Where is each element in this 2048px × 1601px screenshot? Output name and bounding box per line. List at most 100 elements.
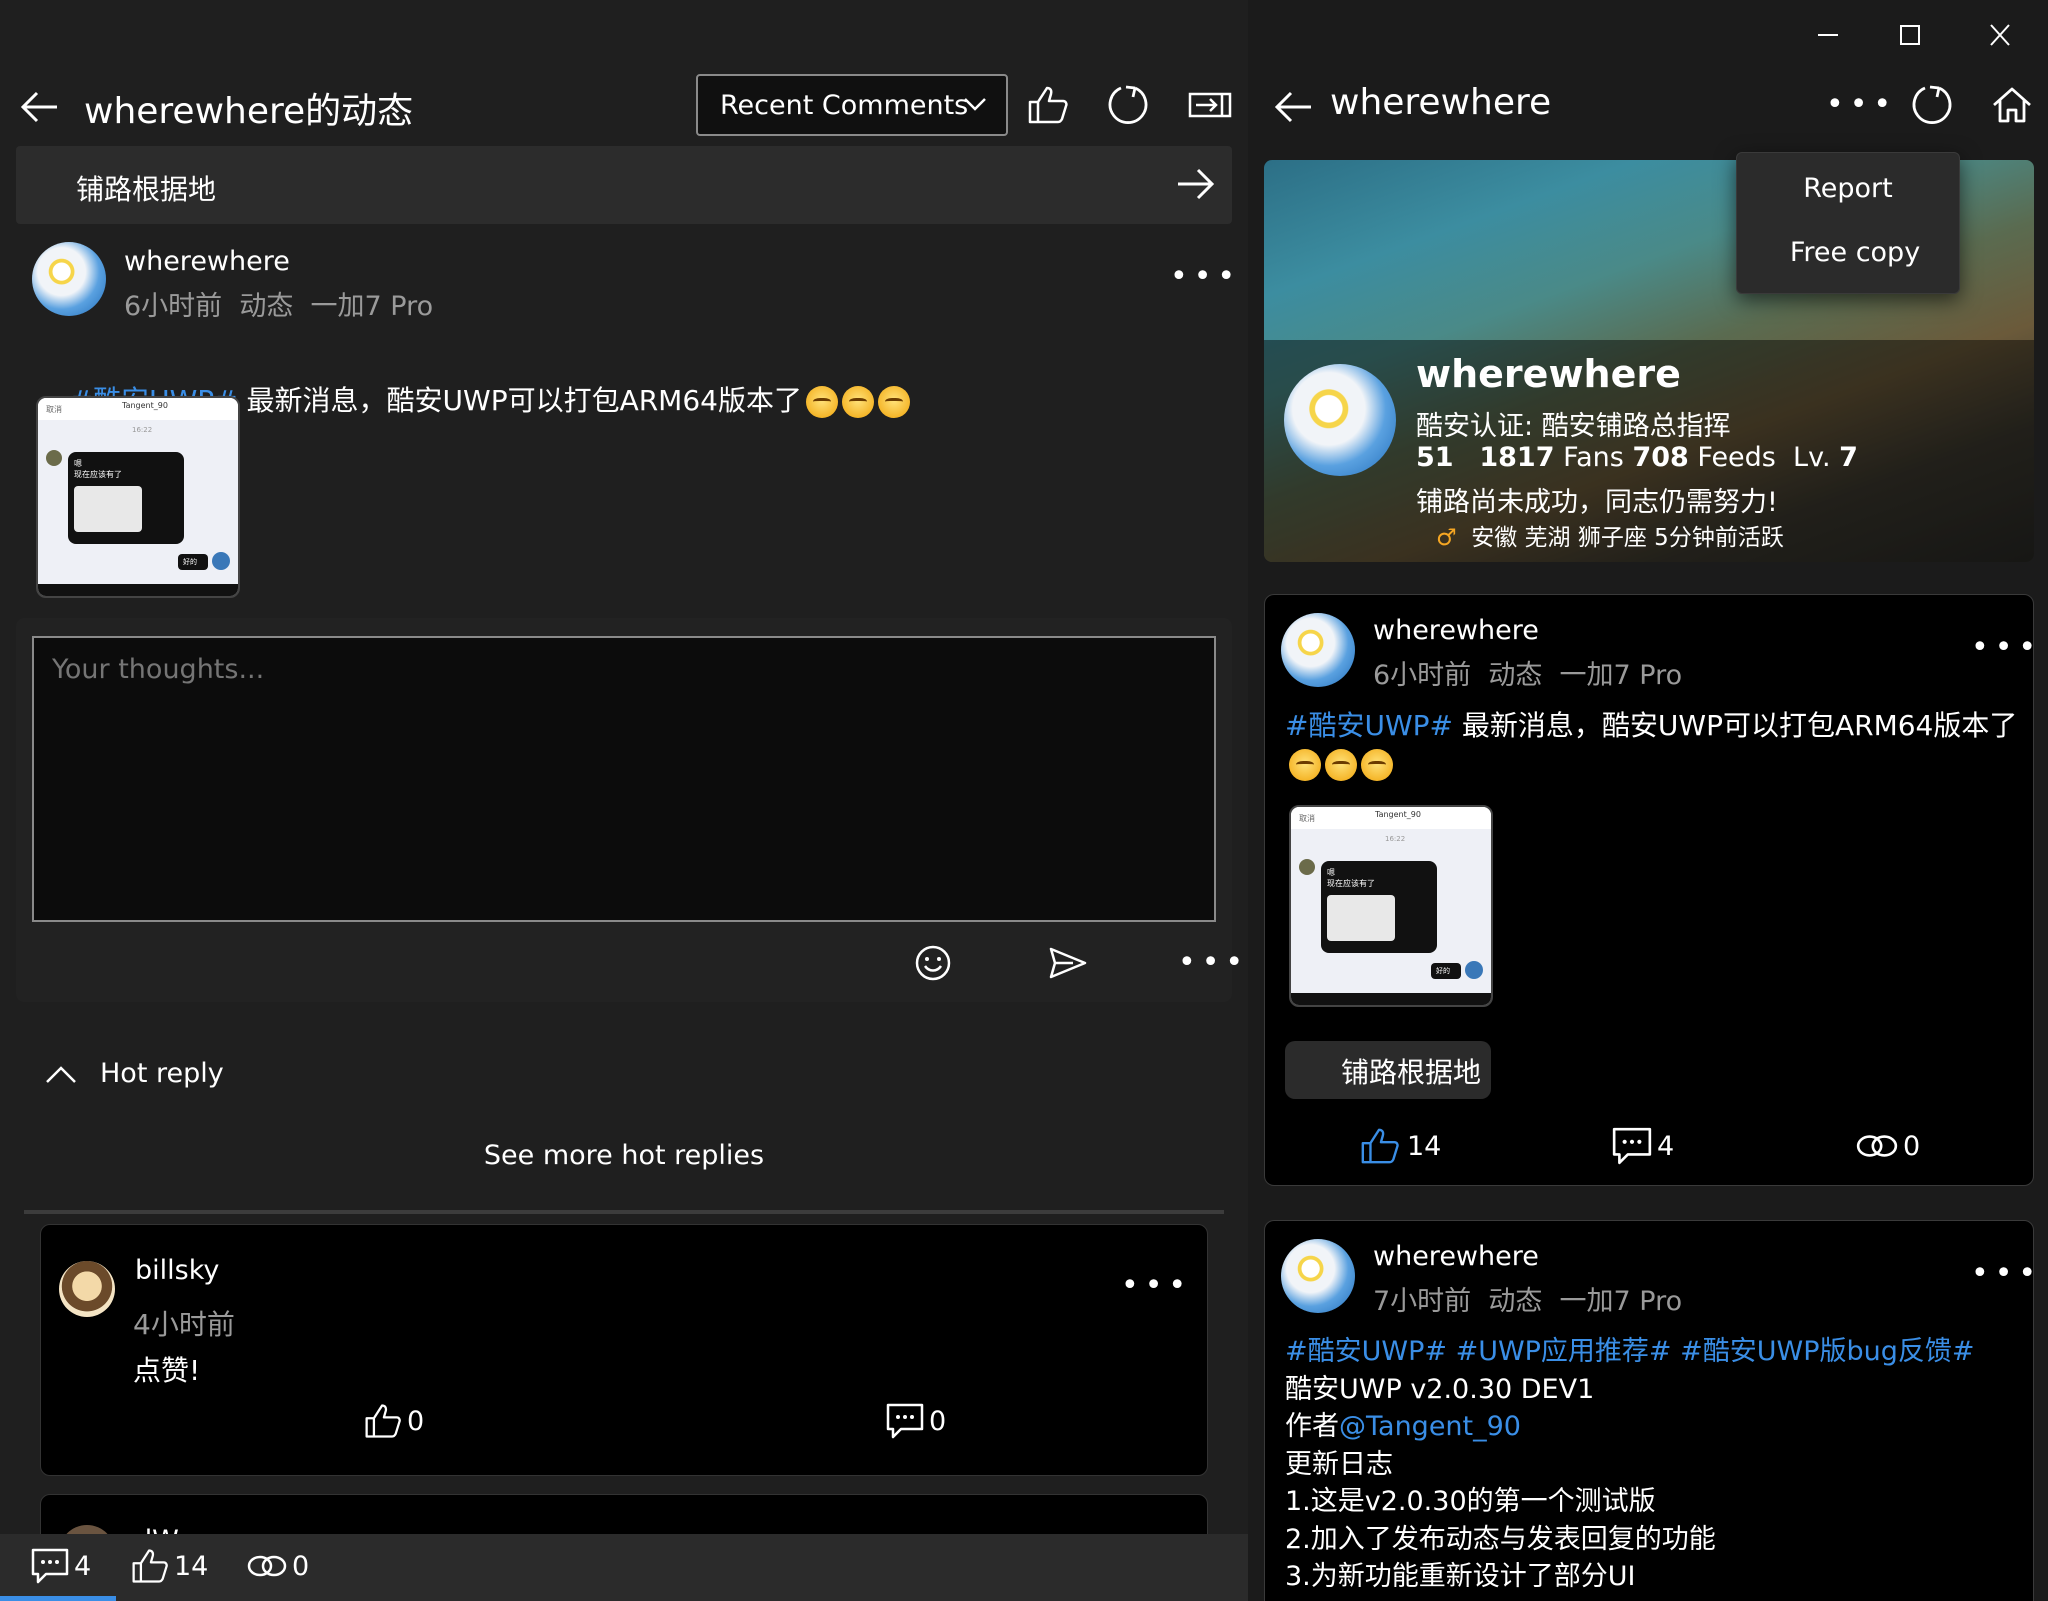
more-icon[interactable]: ••• (1170, 262, 1241, 292)
topic-bar[interactable]: 铺路根据地 (16, 146, 1232, 224)
feed-line: 更新日志 (1285, 1448, 1393, 1480)
see-more-hot-replies[interactable]: See more hot replies (0, 1140, 1248, 1171)
thumb-avatar-self (212, 552, 230, 570)
thumb-reply: 好的 (178, 554, 208, 570)
thumb-bubble: 嗯 现在应该有了 (1321, 861, 1437, 953)
sort-select[interactable]: Recent Comments (696, 74, 1008, 136)
feed-like-button[interactable]: 14 (1359, 1125, 1441, 1167)
avatar[interactable] (1281, 613, 1355, 687)
feed-comment-count: 4 (1657, 1130, 1675, 1162)
comment-author[interactable]: billsky (135, 1255, 219, 1286)
thumb-cancel: 取消 (46, 405, 62, 414)
thumb-msg2: 现在应该有了 (74, 470, 122, 479)
feed-tag[interactable]: #酷安UWP# (1285, 709, 1453, 742)
profile-name: wherewhere (1416, 352, 1681, 396)
thumb-header: 取消 Tangent_90 (38, 398, 238, 420)
comment-like-button[interactable]: 0 (363, 1401, 424, 1441)
hot-reply-label[interactable]: Hot reply (100, 1058, 224, 1089)
comment-card: billsky 4小时前 点赞! ••• 0 0 (40, 1224, 1208, 1476)
more-icon[interactable]: ••• (1971, 1259, 2042, 1289)
fans-count[interactable]: 1817 (1479, 442, 1554, 473)
feed-line: 作者@Tangent_90 (1285, 1408, 2033, 1446)
bottom-action-bar: 4 14 0 (0, 1534, 1248, 1601)
thumb-footer (38, 584, 238, 596)
open-in-pane-icon[interactable] (1182, 80, 1238, 130)
topic-bar-label: 铺路根据地 (76, 173, 217, 206)
feed-card[interactable]: wherewhere 7小时前 动态 一加7 Pro ••• #酷安UWP# #… (1264, 1220, 2036, 1601)
thumb-avatar-self (1465, 961, 1483, 979)
chevron-down-icon (962, 94, 988, 114)
reply-input[interactable] (32, 636, 1216, 922)
feeds-count[interactable]: 708 (1632, 442, 1688, 473)
thumb-cancel: 取消 (1299, 814, 1315, 823)
laugh-emoji-icon (805, 386, 838, 418)
minimize-icon[interactable] (1808, 20, 1848, 50)
thumb-msg1: 嗯 (1327, 868, 1335, 877)
chevron-up-icon[interactable] (44, 1062, 78, 1086)
feed-line: 酷安UWP v2.0.30 DEV1 (1285, 1373, 1595, 1405)
menu-item-free-copy[interactable]: Free copy (1765, 237, 1945, 268)
feed-tags[interactable]: #酷安UWP# #UWP应用推荐# #酷安UWP版bug反馈# (1285, 1333, 2033, 1371)
back-icon[interactable] (1268, 82, 1318, 132)
page-title: wherewhere的动态 (84, 91, 414, 132)
avatar[interactable] (59, 1261, 115, 1317)
comment-like-count: 0 (407, 1405, 425, 1437)
thumb-header: 取消 Tangent_90 (1291, 807, 1491, 829)
thumb-footer (1291, 993, 1491, 1005)
feed-share-button[interactable]: 0 (1855, 1125, 1920, 1167)
feed-author[interactable]: wherewhere (1373, 1241, 1539, 1272)
feed-comment-button[interactable]: 4 (1611, 1125, 1674, 1167)
more-icon[interactable]: ••• (1971, 633, 2042, 663)
like-icon (365, 1404, 401, 1438)
author-prefix: 作者 (1285, 1411, 1339, 1442)
feed-detail-pane: wherewhere的动态 Recent Comments 铺路根据地 wher… (0, 0, 1248, 1601)
like-icon[interactable] (1020, 80, 1076, 130)
home-icon[interactable] (1984, 80, 2040, 130)
more-icon[interactable]: ••• (1178, 948, 1248, 978)
menu-item-report[interactable]: Report (1737, 173, 1959, 204)
emoji-icon[interactable] (914, 944, 952, 982)
avatar[interactable] (1284, 364, 1396, 476)
comment-reply-button[interactable]: 0 (885, 1401, 946, 1441)
profile-pane: wherewhere ••• wherewhere 酷安认证: 酷安铺路总指挥 … (1248, 0, 2048, 1601)
feed-content: #酷安UWP# 最新消息，酷安UWP可以打包ARM64版本了 (1285, 707, 2025, 783)
likes-button[interactable]: 14 (130, 1546, 208, 1586)
send-icon[interactable] (1048, 946, 1088, 980)
comments-button[interactable]: 4 (30, 1546, 91, 1586)
shares-button[interactable]: 0 (246, 1546, 309, 1586)
comment-time: 4小时前 (133, 1308, 235, 1341)
thumb-time: 16:22 (1385, 835, 1406, 843)
feed-image[interactable]: 取消 Tangent_90 16:22 嗯 现在应该有了 好的 (1289, 805, 1493, 1007)
thumb-msg2: 现在应该有了 (1327, 879, 1375, 888)
mention-link[interactable]: @Tangent_90 (1339, 1411, 1521, 1442)
profile-bio: 铺路尚未成功，同志仍需努力! (1416, 487, 1778, 518)
post-text: 最新消息，酷安UWP可以打包ARM64版本了 (237, 384, 802, 417)
laugh-emoji-icon (841, 386, 874, 418)
feed-author[interactable]: wherewhere (1373, 615, 1539, 646)
avatar[interactable] (1281, 1239, 1355, 1313)
avatar[interactable] (32, 242, 106, 316)
laugh-emoji-icon (1325, 749, 1357, 781)
follow-count[interactable]: 51 (1416, 442, 1454, 473)
thumb-time: 16:22 (132, 426, 153, 434)
refresh-icon[interactable] (1100, 80, 1156, 130)
topic-chip[interactable]: 铺路根据地 (1285, 1041, 1491, 1099)
more-icon[interactable]: ••• (1121, 1271, 1192, 1301)
back-icon[interactable] (14, 82, 64, 132)
close-icon[interactable] (1980, 20, 2020, 50)
level: 7 (1839, 442, 1858, 473)
comment-icon (886, 1403, 924, 1439)
post-meta: 6小时前 动态 一加7 Pro (124, 291, 434, 322)
feed-card[interactable]: wherewhere 6小时前 动态 一加7 Pro ••• #酷安UWP# 最… (1264, 594, 2036, 1186)
post-image[interactable]: 取消 Tangent_90 16:22 嗯 现在应该有了 好的 (36, 396, 240, 598)
more-icon[interactable]: ••• (1826, 90, 1897, 120)
profile-location-text: 安徽 芜湖 狮子座 5分钟前活跃 (1471, 525, 1784, 551)
laugh-emoji-icon (1289, 749, 1321, 781)
comment-icon (1612, 1127, 1652, 1165)
fans-label: Fans (1554, 442, 1633, 473)
maximize-icon[interactable] (1890, 20, 1930, 50)
feed-line: 1.这是v2.0.30的第一个测试版 (1285, 1486, 1656, 1517)
post-author[interactable]: wherewhere (124, 246, 290, 277)
thumb-avatar (1299, 859, 1315, 875)
refresh-icon[interactable] (1904, 80, 1960, 130)
